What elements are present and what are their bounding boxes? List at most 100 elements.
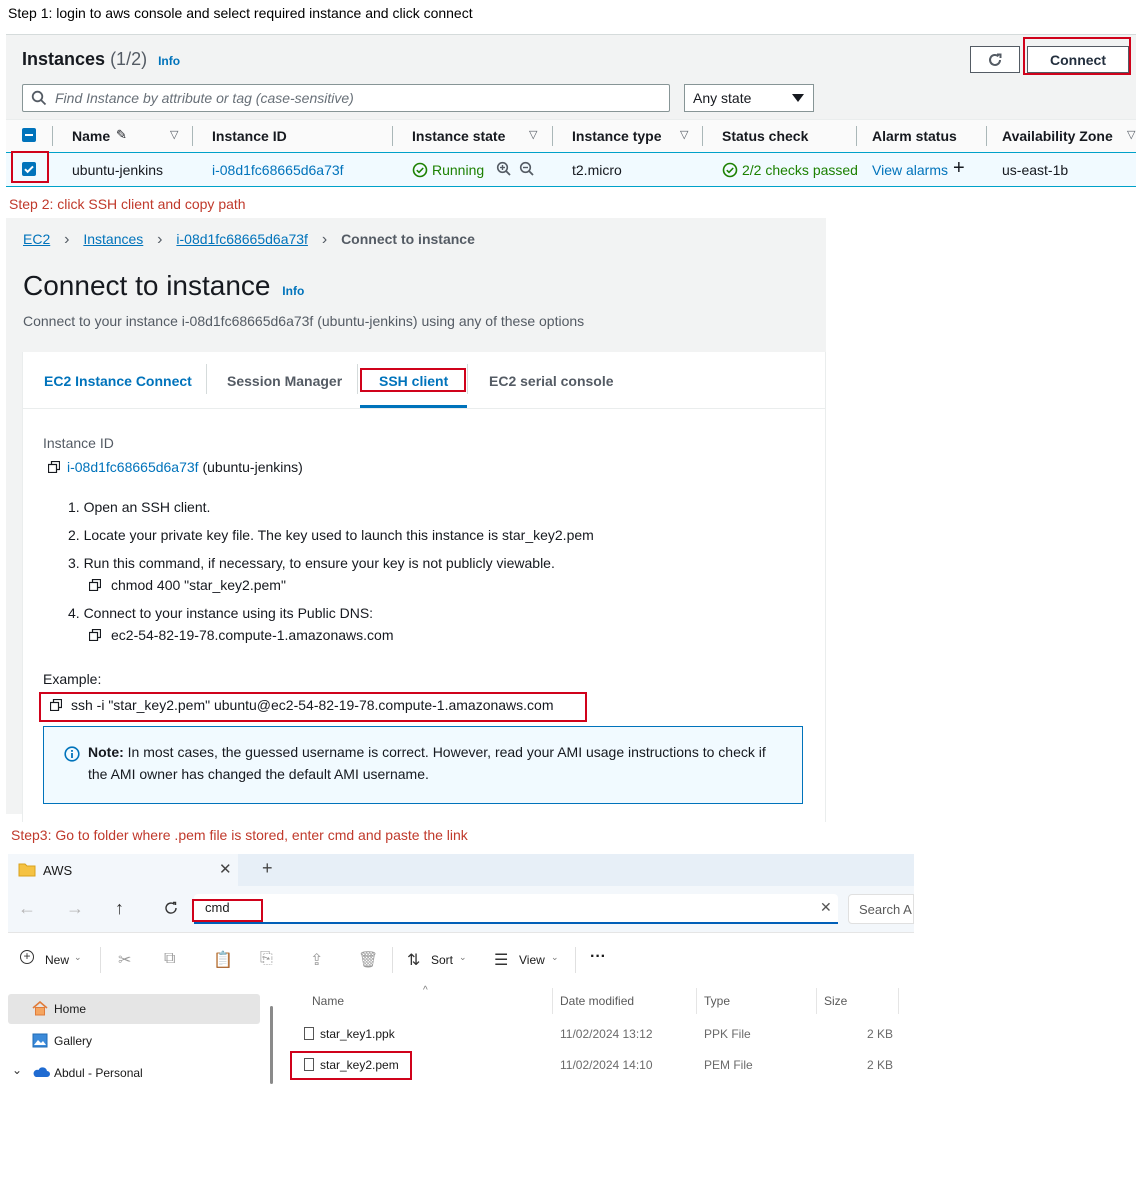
row-instance-id-link[interactable]: i-08d1fc68665d6a73f <box>212 162 344 178</box>
plus-icon[interactable]: + <box>953 157 965 180</box>
col-header-name[interactable]: Name <box>312 994 344 1008</box>
instance-id-link[interactable]: i-08d1fc68665d6a73f <box>67 459 199 475</box>
col-alarm-status[interactable]: Alarm status <box>872 128 957 144</box>
nav-home-label: Home <box>54 1002 87 1016</box>
instances-info-link[interactable]: Info <box>158 54 180 68</box>
chevron-down-icon: ⌄ <box>459 952 467 962</box>
zoom-in-icon[interactable] <box>496 161 512 177</box>
step1-label: Step 1: login to aws console and select … <box>8 5 473 21</box>
refresh-button[interactable] <box>970 46 1020 73</box>
address-input[interactable]: cmd ✕ <box>194 894 838 924</box>
breadcrumb-ec2[interactable]: EC2 <box>23 231 50 247</box>
breadcrumb-instance-id[interactable]: i-08d1fc68665d6a73f <box>176 231 308 247</box>
new-tab-icon[interactable]: + <box>262 858 273 879</box>
edit-icon[interactable]: ✎ <box>116 127 127 143</box>
step3-label: Step3: Go to folder where .pem file is s… <box>11 827 468 843</box>
more-options-icon[interactable]: ··· <box>590 948 606 966</box>
chevron-down-icon <box>792 94 804 102</box>
view-alarms-link[interactable]: View alarms <box>872 162 948 178</box>
step2-label: Step 2: click SSH client and copy path <box>9 196 246 212</box>
chevron-right-icon: › <box>157 231 163 248</box>
highlight-connect-button <box>1023 37 1131 75</box>
up-arrow-icon[interactable]: ↑ <box>115 898 124 919</box>
cloud-icon <box>33 1067 50 1077</box>
chevron-down-icon: ⌄ <box>551 952 559 962</box>
nav-item-home[interactable]: Home <box>8 994 260 1024</box>
col-header-type[interactable]: Type <box>704 994 730 1008</box>
copy-icon[interactable] <box>89 579 101 591</box>
nav-item-gallery[interactable]: Gallery <box>8 1026 260 1056</box>
instances-title-text: Instances <box>22 49 106 69</box>
col-header-date[interactable]: Date modified <box>560 994 634 1008</box>
col-instance-type[interactable]: Instance type <box>572 128 661 144</box>
file-type: PEM File <box>704 1058 753 1072</box>
instruction-4: 4. Connect to your instance using its Pu… <box>68 605 374 621</box>
tab-ec2-serial-console[interactable]: EC2 serial console <box>489 373 614 389</box>
sort-caret-icon[interactable]: ▽ <box>680 128 688 141</box>
sort-caret-icon[interactable]: ▽ <box>1127 128 1135 141</box>
highlight-row-checkbox <box>11 151 49 183</box>
page-subtitle: Connect to your instance i-08d1fc68665d6… <box>23 313 585 329</box>
share-icon[interactable]: ⇪ <box>310 950 323 970</box>
breadcrumb-instances[interactable]: Instances <box>83 231 143 247</box>
sort-caret-icon[interactable]: ▽ <box>170 128 178 141</box>
instance-search-input[interactable]: Find Instance by attribute or tag (case-… <box>22 84 670 112</box>
copy-icon[interactable]: ⧉ <box>164 950 175 968</box>
explorer-tab[interactable]: AWS ✕ <box>8 854 238 886</box>
file-size: 2 KB <box>867 1058 894 1072</box>
explorer-search-input[interactable]: Search A <box>848 894 914 924</box>
view-button[interactable]: View <box>519 953 545 967</box>
chevron-down-icon: ⌄ <box>74 952 82 962</box>
tab-session-manager[interactable]: Session Manager <box>227 373 342 389</box>
instances-panel: Instances (1/2) Info Connect Find Instan… <box>6 34 1136 187</box>
page-title-text: Connect to instance <box>23 270 271 301</box>
refresh-icon[interactable] <box>163 900 179 916</box>
forward-arrow-icon[interactable]: → <box>66 898 84 919</box>
sort-button[interactable]: Sort <box>431 953 453 967</box>
connect-info-link[interactable]: Info <box>282 284 304 298</box>
list-item[interactable]: star_key1.ppk 11/02/2024 13:12 PPK File … <box>278 1022 908 1050</box>
nav-item-onedrive[interactable]: ⌄ Abdul - Personal <box>8 1058 260 1088</box>
sort-caret-icon[interactable]: ▽ <box>529 128 537 141</box>
cut-icon[interactable]: ✂ <box>118 950 131 970</box>
home-icon <box>32 1001 48 1016</box>
col-status-check[interactable]: Status check <box>722 128 808 144</box>
instances-count: (1/2) <box>110 49 148 69</box>
nav-onedrive-label: Abdul - Personal <box>54 1066 143 1080</box>
table-row[interactable]: ubuntu-jenkins i-08d1fc68665d6a73f Runni… <box>6 152 1136 187</box>
new-icon: + <box>20 950 34 964</box>
row-zone: us-east-1b <box>1002 162 1069 178</box>
back-arrow-icon[interactable]: ← <box>18 898 36 919</box>
note-line-1: Note: In most cases, the guessed usernam… <box>88 744 766 760</box>
clear-icon[interactable]: ✕ <box>820 899 832 916</box>
instruction-3: 3. Run this command, if necessary, to en… <box>68 555 555 571</box>
gallery-icon <box>32 1033 48 1048</box>
rename-icon[interactable]: ⎘ <box>260 950 273 968</box>
state-filter-select[interactable]: Any state <box>684 84 814 112</box>
col-instance-state[interactable]: Instance state <box>412 128 505 144</box>
info-icon <box>64 746 80 762</box>
highlight-pem-file <box>290 1051 412 1080</box>
col-instance-id[interactable]: Instance ID <box>212 128 287 144</box>
copy-icon[interactable] <box>48 461 60 473</box>
tab-ec2-instance-connect[interactable]: EC2 Instance Connect <box>44 373 192 389</box>
copy-icon[interactable] <box>89 629 101 641</box>
zoom-out-icon[interactable] <box>519 161 535 177</box>
paste-icon[interactable]: 📋 <box>213 950 233 970</box>
nav-scrollbar[interactable] <box>270 1006 273 1084</box>
chevron-down-icon[interactable]: ⌄ <box>12 1063 22 1077</box>
col-name[interactable]: Name <box>72 128 110 144</box>
chevron-right-icon: › <box>321 231 328 248</box>
col-availability-zone[interactable]: Availability Zone <box>1002 128 1113 144</box>
search-placeholder: Find Instance by attribute or tag (case-… <box>55 90 354 106</box>
delete-icon[interactable]: 🗑 <box>358 950 378 970</box>
close-tab-icon[interactable]: ✕ <box>219 860 232 878</box>
instance-id-value: i-08d1fc68665d6a73f (ubuntu-jenkins) <box>67 459 303 475</box>
search-placeholder-text: Search A <box>859 902 912 917</box>
instance-name: (ubuntu-jenkins) <box>202 459 303 475</box>
connect-panel: EC2 › Instances › i-08d1fc68665d6a73f › … <box>6 218 826 822</box>
new-button[interactable]: New <box>45 953 69 967</box>
instances-title: Instances (1/2) Info <box>22 49 180 70</box>
select-all-checkbox[interactable] <box>22 128 36 142</box>
col-header-size[interactable]: Size <box>824 994 847 1008</box>
